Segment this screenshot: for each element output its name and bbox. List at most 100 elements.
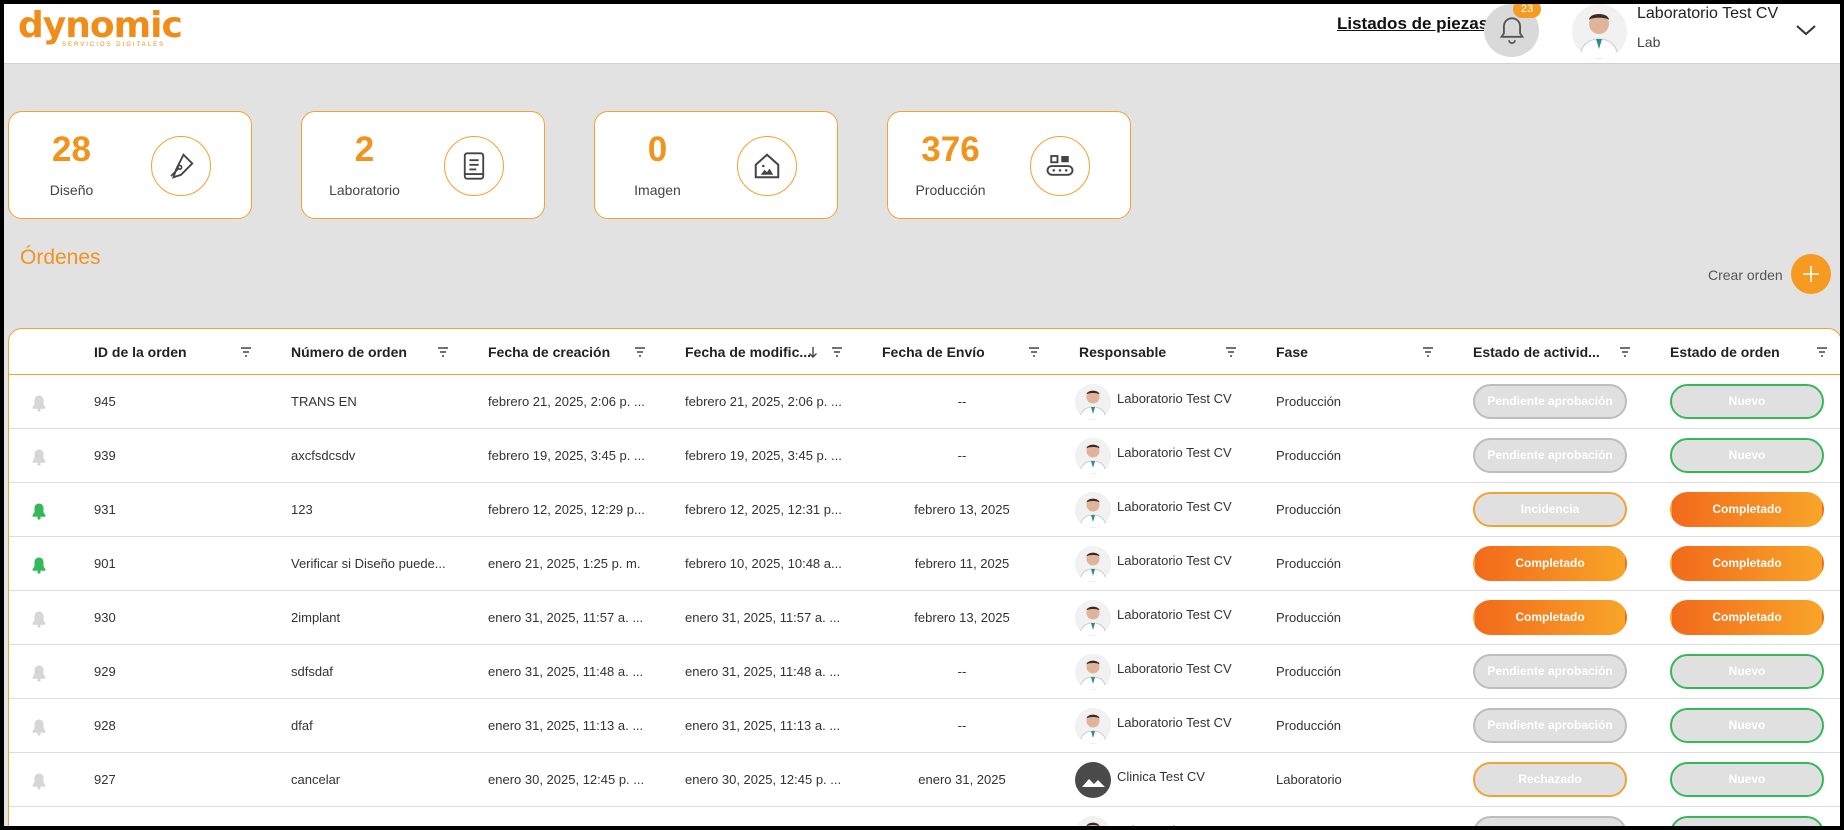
order-status-pill[interactable]: Nuevo [1670,438,1824,473]
order-status-pill[interactable] [1670,816,1824,826]
activity-status-pill[interactable]: Incidencia [1473,492,1627,527]
sort-down-icon[interactable] [808,346,818,358]
responsible-name: Laboratorio Test CV [1117,607,1232,622]
table-header: ID de la orden Número de orden Fecha de … [9,329,1840,375]
order-status-pill[interactable]: Completado [1670,600,1824,635]
stat-card-image[interactable]: 0 Imagen [594,111,838,219]
table-row[interactable]: 901 Verificar si Diseño puede... enero 21,… [9,537,1840,591]
pen-icon [151,136,211,196]
notifications-badge: 23 [1513,4,1541,18]
activity-status-pill[interactable]: Rechazado [1473,762,1627,797]
bell-inactive-icon[interactable] [31,394,47,417]
order-status-pill[interactable]: Nuevo [1670,762,1824,797]
table-row[interactable]: Laboratorio Test CV [9,807,1840,826]
bell-inactive-icon[interactable] [31,610,47,633]
activity-status-pill[interactable]: Pendiente aprobación [1473,708,1627,743]
doctor-avatar-icon [1572,4,1627,59]
table-row[interactable]: 931 123 febrero 12, 2025, 12:29 p... febrer… [9,483,1840,537]
activity-status-pill[interactable]: Pendiente aprobación [1473,654,1627,689]
bell-icon [1499,16,1524,44]
order-id: 901 [94,556,116,571]
bell-inactive-icon[interactable] [31,448,47,471]
activity-status-pill[interactable]: Completado [1473,546,1627,581]
column-header-responsible[interactable]: Responsable [1079,329,1166,375]
filter-icon[interactable] [831,347,843,357]
table-row[interactable]: 930 2implant enero 31, 2025, 11:57 a. ... e… [9,591,1840,645]
stat-label: Diseño [49,182,94,198]
logo[interactable]: dynomic SERVICIOS DIGITALES [18,5,183,49]
order-status-pill[interactable]: Nuevo [1670,384,1824,419]
table-row[interactable]: 927 cancelar enero 30, 2025, 12:45 p. ... e… [9,753,1840,807]
order-number: sdfsdaf [291,664,333,679]
order-id: 945 [94,394,116,409]
activity-status-pill[interactable]: Completado [1473,600,1627,635]
user-menu-toggle[interactable] [1794,22,1818,43]
filter-icon[interactable] [240,347,252,357]
column-header-modified-date[interactable]: Fecha de modific... [685,329,811,375]
parts-list-link[interactable]: Listados de piezas [1337,14,1488,34]
modified-date: enero 31, 2025, 11:13 a. ... [685,718,841,733]
activity-status-pill[interactable]: Pendiente aprobación [1473,438,1627,473]
order-status-pill[interactable]: Nuevo [1670,654,1824,689]
filter-icon[interactable] [1028,347,1040,357]
created-date: febrero 19, 2025, 3:45 p. ... [488,448,645,463]
table-row[interactable]: 945 TRANS EN febrero 21, 2025, 2:06 p. ...… [9,375,1840,429]
created-date: enero 31, 2025, 11:13 a. ... [488,718,644,733]
created-date: febrero 21, 2025, 2:06 p. ... [488,394,645,409]
table-row[interactable]: 928 dfaf enero 31, 2025, 11:13 a. ... enero… [9,699,1840,753]
activity-status-pill[interactable]: Pendiente aprobación [1473,384,1627,419]
column-header-shipping-date[interactable]: Fecha de Envío [882,329,985,375]
table-row[interactable]: 929 sdfsdaf enero 31, 2025, 11:48 a. ... en… [9,645,1840,699]
doctor-avatar-icon [1075,546,1111,582]
logo-text: dynomic [18,5,183,46]
shipping-date [882,807,1042,826]
bell-inactive-icon[interactable] [31,718,47,741]
order-number: Verificar si Diseño puede... [291,556,446,571]
filter-icon[interactable] [1422,347,1434,357]
order-number: TRANS EN [291,394,357,409]
doctor-avatar-icon [1075,492,1111,528]
stat-card-production[interactable]: 376 Producción [887,111,1131,219]
phase: Producción [1276,610,1342,625]
order-status-pill[interactable]: Nuevo [1670,708,1824,743]
responsible-name: Laboratorio Test CV [1117,661,1232,676]
create-order-button[interactable] [1791,254,1831,294]
created-date [488,807,648,826]
stat-label: Laboratorio [329,182,400,198]
shipping-date: -- [957,448,967,463]
bell-inactive-icon[interactable] [31,664,47,687]
column-header-order-status[interactable]: Estado de orden [1670,329,1780,375]
table-row[interactable]: 939 axcfsdcsdv febrero 19, 2025, 3:45 p. .… [9,429,1840,483]
column-header-order-number[interactable]: Número de orden [291,329,407,375]
stat-card-laboratory[interactable]: 2 Laboratorio [301,111,545,219]
column-header-created-date[interactable]: Fecha de creación [488,329,610,375]
filter-icon[interactable] [1816,347,1828,357]
order-status-pill[interactable]: Completado [1670,492,1824,527]
stat-value: 28 [52,130,91,169]
create-order-label[interactable]: Crear orden [1708,267,1783,283]
filter-icon[interactable] [1225,347,1237,357]
user-avatar[interactable] [1572,4,1627,59]
column-header-order-id[interactable]: ID de la orden [94,329,187,375]
order-status-pill[interactable]: Completado [1670,546,1824,581]
filter-icon[interactable] [437,347,449,357]
phase: Producción [1276,664,1342,679]
stat-value: 376 [921,130,980,169]
stat-card-design[interactable]: 28 Diseño [8,111,252,219]
order-number: 123 [291,502,313,517]
shipping-date: enero 31, 2025 [918,772,1006,787]
phase: Laboratorio [1276,772,1342,787]
created-date: enero 31, 2025, 11:57 a. ... [488,610,644,625]
phase [1276,807,1436,826]
filter-icon[interactable] [634,347,646,357]
activity-status-pill[interactable] [1473,816,1627,826]
column-header-phase[interactable]: Fase [1276,329,1308,375]
shipping-date: -- [957,394,967,409]
filter-icon[interactable] [1619,347,1631,357]
bell-inactive-icon[interactable] [31,772,47,795]
column-header-activity-status[interactable]: Estado de activid... [1473,329,1600,375]
stat-value: 0 [647,130,668,169]
bell-active-icon[interactable] [31,556,47,579]
bell-active-icon[interactable] [31,502,47,525]
shipping-date: febrero 13, 2025 [914,502,1010,517]
